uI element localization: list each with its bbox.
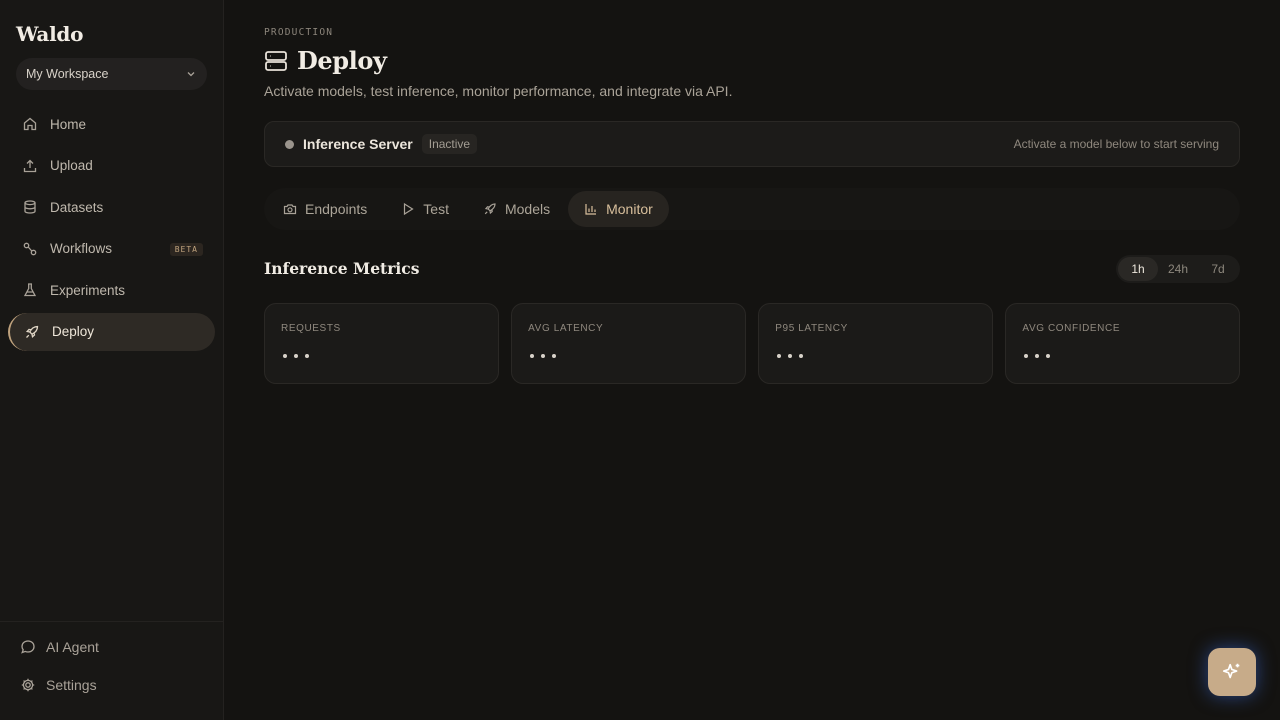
server-hint: Activate a model below to start serving [1013,137,1219,151]
status-dot [285,139,294,149]
sidebar-item-deploy[interactable]: Deploy [8,312,215,351]
sidebar-item-label: AI Agent [46,639,99,655]
sidebar-item-label: Datasets [50,199,104,215]
sidebar-item-label: Settings [46,677,97,693]
page-eyebrow: PRODUCTION [264,27,334,38]
rocket-icon [24,324,40,340]
camera-icon [283,202,297,216]
chevron-down-icon [187,72,195,77]
flask-icon [22,282,38,298]
loading-indicator [777,354,810,358]
ai-assistant-button[interactable] [1208,648,1256,696]
inference-server-status: Inference Server Inactive Activate a mod… [264,121,1240,167]
section-title: Inference Metrics [264,259,420,278]
deploy-tabs: Endpoints Test Models Monitor [264,188,1240,230]
sidebar-item-workflows[interactable]: Workflows BETA [8,230,215,268]
status-badge: Inactive [421,134,478,154]
home-icon [22,116,38,132]
range-option-24h[interactable]: 24h [1158,257,1198,281]
metric-label: P95 LATENCY [775,323,848,334]
tab-label: Endpoints [305,201,368,217]
sidebar-item-home[interactable]: Home [8,105,215,143]
sidebar-nav: Home Upload Datasets Workflows BETA Expe… [8,105,215,355]
chat-icon [20,639,36,655]
sidebar-item-upload[interactable]: Upload [8,147,215,185]
bar-chart-icon [584,202,598,216]
tab-label: Models [504,201,551,217]
tab-label: Test [423,201,449,217]
page-subtitle: Activate models, test inference, monitor… [264,83,733,99]
server-name: Inference Server [303,136,413,152]
sidebar-item-datasets[interactable]: Datasets [8,188,215,226]
sidebar: Waldo My Workspace Home Upload Datasets [0,0,224,720]
upload-icon [22,158,38,174]
workspace-selector[interactable]: My Workspace [16,58,207,90]
play-icon [401,202,415,216]
tab-monitor[interactable]: Monitor [568,191,669,227]
tab-endpoints[interactable]: Endpoints [267,191,383,227]
tab-label: Monitor [606,201,653,217]
time-range-selector: 1h 24h 7d [1116,255,1240,283]
page-title: Deploy [297,46,387,75]
sidebar-item-experiments[interactable]: Experiments [8,271,215,309]
sparkle-icon [1222,663,1240,679]
workspace-selector-label: My Workspace [26,67,109,81]
sidebar-item-label: Experiments [50,282,126,298]
sidebar-item-label: Home [50,116,87,132]
metric-cards: REQUESTS AVG LATENCY P95 LATENCY AVG CON… [264,303,1240,384]
tab-test[interactable]: Test [385,191,465,227]
sidebar-item-label: Workflows [50,241,113,257]
metric-card-p95-latency: P95 LATENCY [758,303,993,384]
loading-indicator [1024,354,1057,358]
server-icon [264,49,288,73]
metric-card-requests: REQUESTS [264,303,499,384]
loading-indicator [530,354,563,358]
rocket-icon [483,202,497,216]
sidebar-item-label: Deploy [52,324,95,340]
range-option-7d[interactable]: 7d [1198,257,1238,281]
metric-card-avg-confidence: AVG CONFIDENCE [1005,303,1240,384]
workflow-icon [22,241,38,257]
sidebar-item-ai-agent[interactable]: AI Agent [20,639,99,655]
beta-badge: BETA [169,242,203,256]
sidebar-divider [0,621,223,622]
metric-card-avg-latency: AVG LATENCY [511,303,746,384]
range-option-1h[interactable]: 1h [1118,257,1158,281]
metric-label: AVG LATENCY [528,323,604,334]
tab-models[interactable]: Models [467,191,566,227]
loading-indicator [283,354,316,358]
metric-label: REQUESTS [281,323,341,334]
database-icon [22,199,38,215]
sidebar-item-label: Upload [50,158,93,174]
metric-label: AVG CONFIDENCE [1022,323,1121,334]
sidebar-item-settings[interactable]: Settings [20,677,97,693]
page-header: Deploy [264,46,387,75]
gear-icon [20,677,36,693]
app-logo[interactable]: Waldo [16,22,83,46]
